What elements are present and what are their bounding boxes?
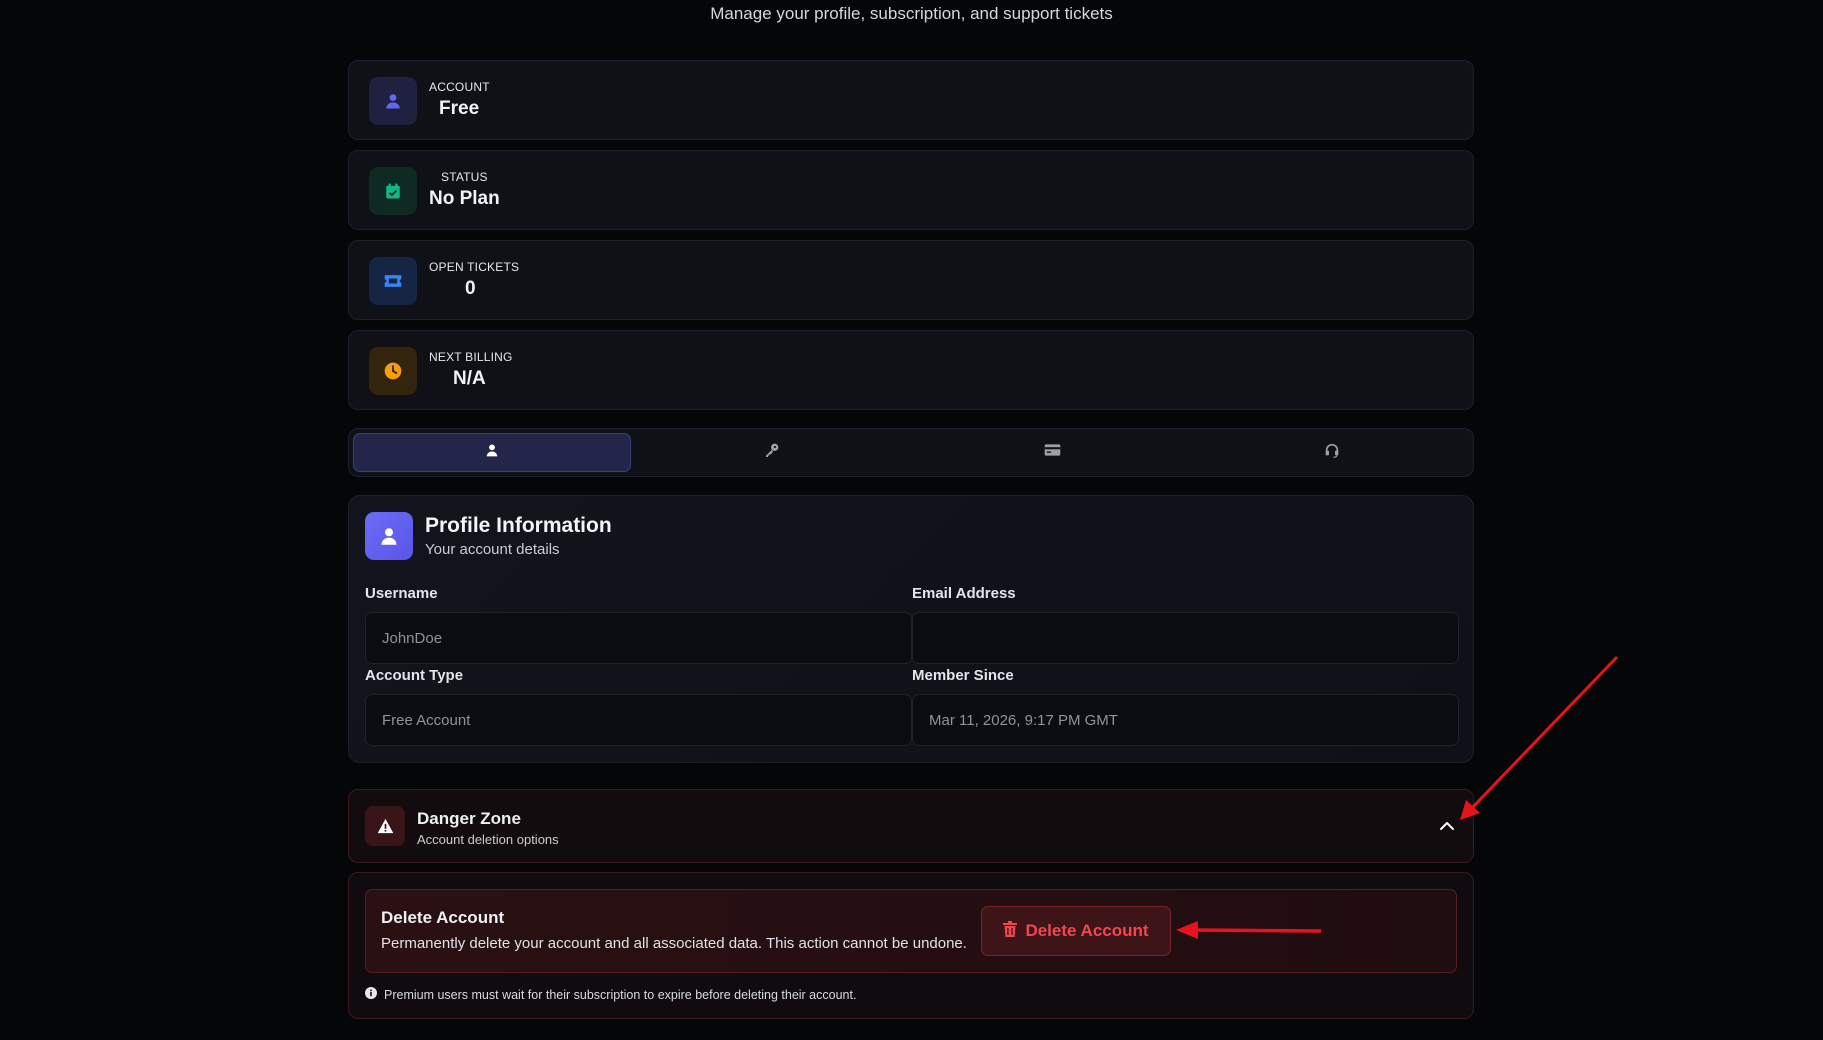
tab-security[interactable] xyxy=(633,433,911,472)
premium-note-text: Premium users must wait for their subscr… xyxy=(384,987,857,1002)
panel-subtitle: Your account details xyxy=(425,541,560,558)
panel-title: Profile Information xyxy=(425,514,612,537)
member-since-field[interactable]: Mar 11, 2026, 9:17 PM GMT xyxy=(912,694,1459,746)
account-type-label: Account Type xyxy=(365,667,464,684)
delete-account-description: Permanently delete your account and all … xyxy=(381,935,967,952)
danger-zone-header[interactable]: Danger Zone Account deletion options xyxy=(348,789,1474,863)
email-field[interactable] xyxy=(912,612,1459,664)
profile-panel: Profile Information Your account details… xyxy=(348,495,1474,763)
key-icon xyxy=(764,442,780,463)
username-label: Username xyxy=(365,585,438,602)
clock-icon xyxy=(369,347,417,395)
headset-icon xyxy=(1324,442,1340,463)
user-icon xyxy=(369,77,417,125)
account-type-field[interactable]: Free Account xyxy=(365,694,912,746)
tab-profile[interactable] xyxy=(353,433,631,472)
trash-icon xyxy=(1003,920,1018,942)
stat-card-status: STATUS No Plan xyxy=(348,150,1474,230)
stat-value: Free xyxy=(439,98,480,119)
ticket-icon xyxy=(369,257,417,305)
stat-label: OPEN TICKETS xyxy=(429,260,520,274)
stat-card-next-billing: NEXT BILLING N/A xyxy=(348,330,1474,410)
stat-label: STATUS xyxy=(441,170,488,184)
premium-note: Premium users must wait for their subscr… xyxy=(365,987,856,1002)
page-subtitle: Manage your profile, subscription, and s… xyxy=(710,4,1113,23)
warning-icon xyxy=(365,806,405,846)
stat-label: NEXT BILLING xyxy=(429,350,513,364)
danger-zone-subtitle: Account deletion options xyxy=(417,832,559,847)
calendar-check-icon xyxy=(369,167,417,215)
tab-support[interactable] xyxy=(1193,433,1471,472)
info-icon xyxy=(365,987,377,1002)
delete-account-title: Delete Account xyxy=(381,908,505,927)
stat-value: 0 xyxy=(465,278,476,299)
stat-card-open-tickets: OPEN TICKETS 0 xyxy=(348,240,1474,320)
delete-account-section: Delete Account Permanently delete your a… xyxy=(365,889,1457,973)
stat-value: N/A xyxy=(453,368,486,389)
tab-billing[interactable] xyxy=(913,433,1191,472)
email-label: Email Address xyxy=(912,585,1016,602)
chevron-up-icon[interactable] xyxy=(1435,814,1459,838)
danger-zone-content: Delete Account Permanently delete your a… xyxy=(348,872,1474,1019)
arrow-to-chevron xyxy=(1468,655,1619,812)
delete-account-button[interactable]: Delete Account xyxy=(981,906,1171,956)
stat-label: ACCOUNT xyxy=(429,80,490,94)
delete-account-button-label: Delete Account xyxy=(1025,921,1149,940)
tab-bar xyxy=(348,428,1474,477)
member-since-label: Member Since xyxy=(912,667,1014,684)
credit-card-icon xyxy=(1044,443,1061,462)
user-icon xyxy=(365,512,413,560)
username-field[interactable]: JohnDoe xyxy=(365,612,912,664)
stat-card-account: ACCOUNT Free xyxy=(348,60,1474,140)
stat-value: No Plan xyxy=(429,188,500,209)
user-icon xyxy=(485,443,499,462)
danger-zone-title: Danger Zone xyxy=(417,809,521,828)
